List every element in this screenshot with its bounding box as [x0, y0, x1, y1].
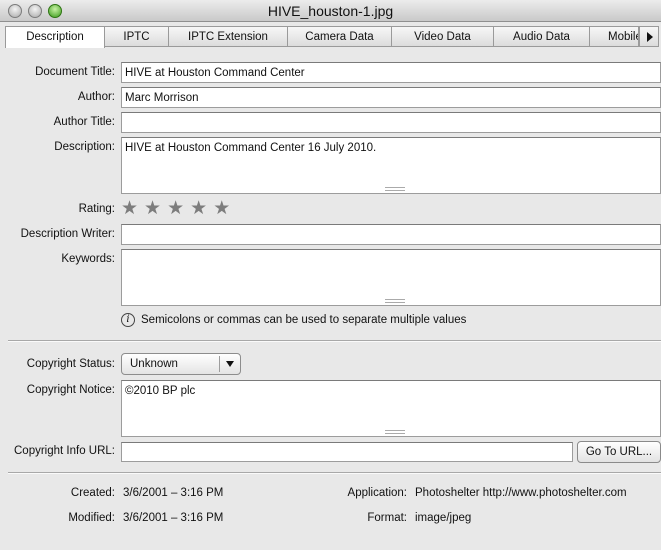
tab-iptc-extension[interactable]: IPTC Extension [169, 26, 288, 47]
description-writer-field[interactable] [121, 224, 661, 245]
keywords-label: Keywords: [61, 253, 115, 265]
copyright-status-value: Unknown [130, 358, 178, 370]
copyright-notice-field[interactable]: ©2010 BP plc [121, 380, 661, 437]
window-title: HIVE_houston-1.jpg [267, 3, 394, 19]
resize-grip-icon[interactable] [385, 187, 405, 191]
description-writer-label: Description Writer: [20, 228, 115, 240]
rating-stars: ★ ★ ★ ★ ★ [121, 199, 230, 218]
created-value: 3/6/2001 – 3:16 PM [123, 487, 224, 499]
tab-description[interactable]: Description [5, 26, 105, 48]
copyright-url-label: Copyright Info URL: [14, 445, 115, 457]
section-divider [8, 340, 661, 342]
resize-grip-icon[interactable] [385, 299, 405, 303]
tab-audio-data[interactable]: Audio Data [494, 26, 590, 47]
format-label: Format: [367, 512, 407, 524]
copyright-status-label: Copyright Status: [26, 358, 115, 370]
tab-iptc[interactable]: IPTC [105, 26, 169, 47]
star-icon[interactable]: ★ [144, 199, 161, 218]
section-divider [8, 472, 661, 474]
author-label: Author: [77, 91, 115, 103]
rating-label: Rating: [78, 203, 115, 215]
keywords-hint: i Semicolons or commas can be used to se… [121, 313, 466, 327]
tab-video-data[interactable]: Video Data [392, 26, 494, 47]
copyright-status-select[interactable]: Unknown [121, 353, 241, 375]
star-icon[interactable]: ★ [213, 199, 230, 218]
star-icon[interactable]: ★ [167, 199, 184, 218]
tab-scroll-right-button[interactable] [639, 26, 659, 47]
modified-label: Modified: [68, 512, 115, 524]
info-icon: i [121, 313, 135, 327]
author-title-field[interactable] [121, 112, 661, 133]
tab-mobile[interactable]: Mobile [590, 26, 639, 47]
description-field[interactable]: HIVE at Houston Command Center 16 July 2… [121, 137, 661, 194]
chevron-down-icon [226, 361, 234, 367]
triangle-right-icon [647, 32, 653, 42]
document-title-label: Document Title: [35, 66, 115, 78]
application-value: Photoshelter http://www.photoshelter.com [415, 487, 627, 499]
author-field[interactable]: Marc Morrison [121, 87, 661, 108]
title-bar: HIVE_houston-1.jpg [0, 0, 661, 22]
tab-bar: Description IPTC IPTC Extension Camera D… [5, 26, 659, 48]
copyright-notice-label: Copyright Notice: [26, 384, 115, 396]
format-value: image/jpeg [415, 512, 472, 524]
select-separator [219, 356, 220, 372]
description-label: Description: [54, 141, 115, 153]
created-label: Created: [70, 487, 115, 499]
keywords-field[interactable] [121, 249, 661, 306]
copyright-url-field[interactable] [121, 442, 573, 462]
application-label: Application: [347, 487, 407, 499]
tab-camera-data[interactable]: Camera Data [288, 26, 392, 47]
star-icon[interactable]: ★ [121, 199, 138, 218]
star-icon[interactable]: ★ [190, 199, 207, 218]
resize-grip-icon[interactable] [385, 430, 405, 434]
modified-value: 3/6/2001 – 3:16 PM [123, 512, 224, 524]
author-title-label: Author Title: [53, 116, 115, 128]
document-title-field[interactable]: HIVE at Houston Command Center [121, 62, 661, 83]
hint-text: Semicolons or commas can be used to sepa… [141, 314, 467, 326]
go-to-url-button[interactable]: Go To URL... [577, 441, 661, 463]
